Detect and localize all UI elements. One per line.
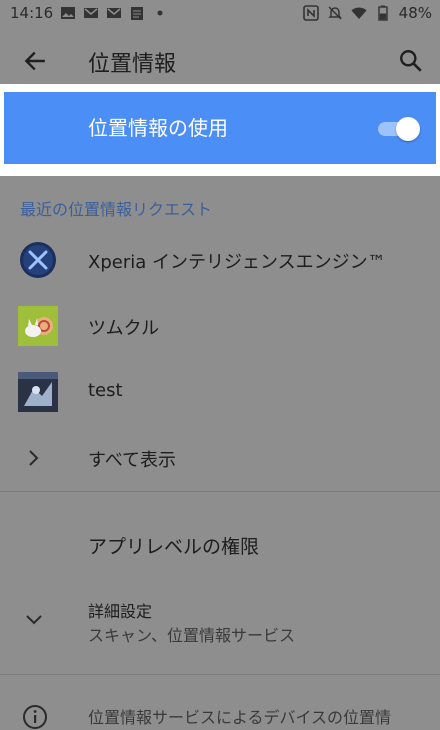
footer-text: 位置情報サービスによるデバイスの位置情 <box>88 708 392 727</box>
arrow-left-icon[interactable] <box>22 48 48 74</box>
advanced-settings-row[interactable]: 詳細設定 スキャン、位置情報サービス <box>0 590 440 660</box>
page-title: 位置情報 <box>88 52 177 77</box>
info-icon <box>23 705 47 729</box>
footer-info: 位置情報サービスによるデバイスの位置情 <box>0 690 440 729</box>
status-time: 14:16 <box>10 4 54 22</box>
advanced-subtitle: スキャン、位置情報サービス <box>88 626 296 645</box>
nfc-icon <box>302 5 319 21</box>
chevron-right-icon <box>29 450 39 466</box>
location-switch[interactable] <box>378 117 420 141</box>
battery-level: 48% <box>398 4 432 22</box>
chevron-down-icon <box>26 615 42 625</box>
show-all-row[interactable]: すべて表示 <box>0 430 440 486</box>
image-icon <box>61 7 76 19</box>
test-app-icon <box>18 372 58 412</box>
advanced-title: 詳細設定 <box>88 602 153 621</box>
app-level-permissions[interactable]: アプリレベルの権限 <box>88 532 259 559</box>
notifications-off-icon <box>327 6 342 20</box>
wifi-icon <box>351 7 367 19</box>
divider <box>0 674 440 675</box>
clipboard-icon <box>131 7 144 20</box>
status-bar: 14:16 48% <box>0 0 440 28</box>
divider <box>0 491 440 492</box>
gmail-icon <box>107 8 122 18</box>
location-toggle-label: 位置情報の使用 <box>88 116 228 140</box>
xperia-engine-icon <box>20 242 56 278</box>
switch-thumb <box>396 117 420 141</box>
tsumkuru-icon <box>18 306 58 346</box>
show-all-label: すべて表示 <box>88 450 177 471</box>
recent-app-row[interactable]: Xperia インテリジェンスエンジン™ <box>0 230 440 290</box>
location-toggle-row[interactable]: 位置情報の使用 <box>4 92 436 164</box>
location-toggle-banner: 位置情報の使用 <box>0 84 440 176</box>
gmail-icon <box>84 8 99 18</box>
recent-app-row[interactable]: ツムクル <box>0 296 440 356</box>
app-name: Xperia インテリジェンスエンジン™ <box>88 252 386 273</box>
recent-app-row[interactable]: test <box>0 362 440 422</box>
dot-icon <box>157 10 163 16</box>
recent-requests-header: 最近の位置情報リクエスト <box>20 200 213 219</box>
app-name: test <box>88 380 123 401</box>
app-name: ツムクル <box>88 318 160 339</box>
battery-icon <box>377 5 388 21</box>
search-icon[interactable] <box>398 48 424 74</box>
